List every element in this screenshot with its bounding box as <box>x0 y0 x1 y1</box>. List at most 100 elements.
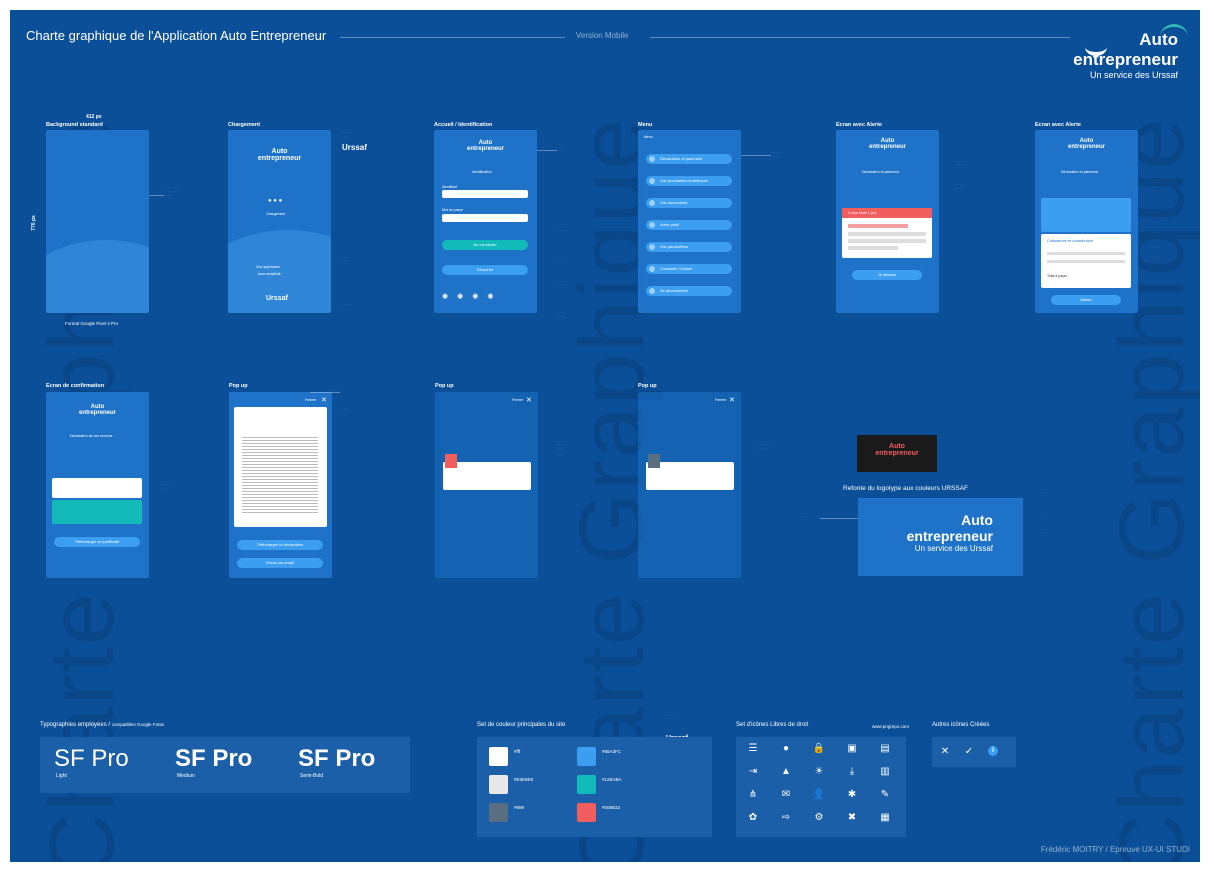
annotation: · · · · · · · · · · · · · <box>555 442 567 450</box>
other-icons-panel: ✕ ✓ i <box>932 737 1016 767</box>
swatch <box>489 747 508 766</box>
signup-button[interactable]: S'inscrire <box>442 265 528 275</box>
logo-line3: Un service des Urssaf <box>914 544 993 553</box>
icons-title: Set d'icônes Libres de droit <box>736 722 809 728</box>
contributions-card: Cotisations et contribution Total à paye… <box>1041 234 1131 288</box>
header-divider <box>340 37 565 38</box>
screen-background <box>46 130 149 313</box>
check-icon: ✓ <box>964 746 974 757</box>
menu-item[interactable]: Vos documents <box>646 198 732 208</box>
contrib-title: Cotisations et contribution <box>1047 238 1094 243</box>
annotation: · · · · · · · <box>955 162 967 166</box>
settings-icon: ⋔ <box>748 789 758 800</box>
swatch-hex: #fff <box>514 749 521 754</box>
close-icon[interactable]: ✕ <box>526 396 532 404</box>
new-logo-panel: Auto entrepreneur Un service des Urssaf <box>858 498 1023 576</box>
close-icon[interactable]: ✕ <box>321 396 327 404</box>
annotation: · · · · · <box>558 282 567 286</box>
annotation: · · · · · · · · · · · <box>772 150 784 158</box>
annotation: · · · · · · · · · · <box>160 482 171 490</box>
pdf-notice-card <box>646 454 734 490</box>
menu-item[interactable]: Se déconnecter <box>646 286 732 296</box>
menu-item[interactable]: Vos prochaines échéances <box>646 176 732 186</box>
identifier-input[interactable] <box>442 190 528 198</box>
loading-dots-icon: ● ● ● <box>268 198 283 204</box>
annotation-line <box>820 518 858 519</box>
confirm-card <box>52 478 142 498</box>
info-icon: i <box>988 746 998 756</box>
download-declaration-button[interactable]: Télécharger la déclaration <box>237 540 323 550</box>
document-preview <box>234 407 327 527</box>
header-divider <box>650 37 1070 38</box>
annotation: · · · · · · · <box>340 302 352 306</box>
font-sample-medium: SF Pro <box>175 745 253 772</box>
annotation: · · · · · · <box>340 406 351 410</box>
page-title: Charte graphique de l'Application Auto E… <box>26 28 327 43</box>
menu-item[interactable]: Déclaration et paiement <box>646 154 732 164</box>
info-card <box>1041 198 1131 232</box>
typography-panel: SF Pro Light SF Pro Medium SF Pro Semi-B… <box>40 737 410 793</box>
annotation: · · · · · · · · · · · <box>955 182 967 190</box>
old-logo-text: Auto entrepreneur <box>875 443 919 457</box>
password-input[interactable] <box>442 214 528 222</box>
download-receipt-button[interactable]: Télécharger ce justificatif <box>54 537 140 547</box>
popup-close[interactable]: Fermer <box>715 398 726 402</box>
font-weight-light: Light <box>56 773 67 779</box>
alert-card: Il vous reste 1 jour <box>842 208 932 258</box>
icons-panel: ☰ ● 🔒 ▣ ▤ ⇥ ▲ ☀ ⤓ ▥ ⋔ ✉ 👤 ✱ ✎ ✿ ⇨ ⚙ ✖ ▦ <box>736 737 906 837</box>
download-icon: ⤓ <box>849 766 855 777</box>
menu-item[interactable]: Votre profil <box>646 220 732 230</box>
mobile-logo: Auto entrepreneur <box>868 138 906 150</box>
menu-close-label[interactable]: Menu <box>644 135 653 139</box>
login-title: Identification <box>472 170 492 174</box>
pdf-notice-card <box>443 454 531 490</box>
exit-icon: ⇥ <box>748 766 758 777</box>
new-logo: Auto entrepreneur Un service des Urssaf <box>907 512 993 553</box>
swatch-hex: #65A3FC <box>602 749 622 754</box>
menu-item[interactable]: Vos paramètres <box>646 242 732 252</box>
screen-label: Chargement <box>228 122 261 128</box>
field1-label: Identifiant <box>442 185 458 189</box>
screen-loading: Auto entrepreneur ● ● ● Chargement Une ap… <box>228 130 331 313</box>
annotation: · · · · · · <box>340 255 351 259</box>
logo-swoosh-icon <box>1085 38 1107 56</box>
dimension-width: 412 px <box>86 114 102 120</box>
validate-button[interactable]: Valider <box>1051 295 1121 305</box>
annotation: · · · · · · <box>328 388 339 392</box>
confirm-title: Déclaration de vos revenus <box>70 434 113 438</box>
font-weight-medium: Medium <box>177 773 195 779</box>
swatch <box>577 747 596 766</box>
email-button[interactable]: Envoi par email <box>237 558 323 568</box>
screen-label: Pop up <box>638 383 657 389</box>
declare-button[interactable]: Je déclare <box>852 270 922 280</box>
urssaf-mark: Urssaf <box>342 143 367 152</box>
annotation: · · · · · · · · · · · · · · <box>340 130 354 138</box>
screen-label: Menu <box>638 122 653 128</box>
font-weight-semibold: Semi-Bold <box>300 773 324 779</box>
annotation: · · · · · · <box>1150 245 1161 249</box>
popup-close[interactable]: Fermer <box>305 398 316 402</box>
document-icon: ▤ <box>880 743 890 754</box>
pdf-icon <box>648 454 660 468</box>
footer-credit: Frédéric MOITRY / Epreuve UX-UI STUDI <box>1040 845 1190 854</box>
font-sample-light: SF Pro <box>54 745 129 772</box>
pdf-icon <box>445 454 457 468</box>
wave-shape <box>46 240 149 313</box>
logo-line3: Un service des Urssaf <box>1089 70 1178 80</box>
annotation: · · · · · · <box>1150 230 1161 234</box>
screen-label: Accueil / Identification <box>434 122 493 128</box>
annotation-line <box>537 150 557 151</box>
mobile-logo: Auto entrepreneur <box>78 404 116 416</box>
popup-close[interactable]: Fermer <box>512 398 523 402</box>
urssaf-logo: Urssaf <box>266 295 288 302</box>
annotation-line <box>310 392 340 393</box>
close-icon[interactable]: ✕ <box>729 396 735 404</box>
login-button[interactable]: Se connecter <box>442 240 528 250</box>
slogan-b: avec simplicité <box>258 272 281 276</box>
annotation: · · · · · <box>558 228 567 232</box>
menu-item[interactable]: Contacter l'Urssaf <box>646 264 732 274</box>
gear-icon: ⚙ <box>814 812 824 823</box>
annotation: · · · · · · · · · · · <box>1150 180 1162 188</box>
swatch-hex: #12BABA <box>602 777 622 782</box>
circle-icon: ● <box>782 743 790 754</box>
